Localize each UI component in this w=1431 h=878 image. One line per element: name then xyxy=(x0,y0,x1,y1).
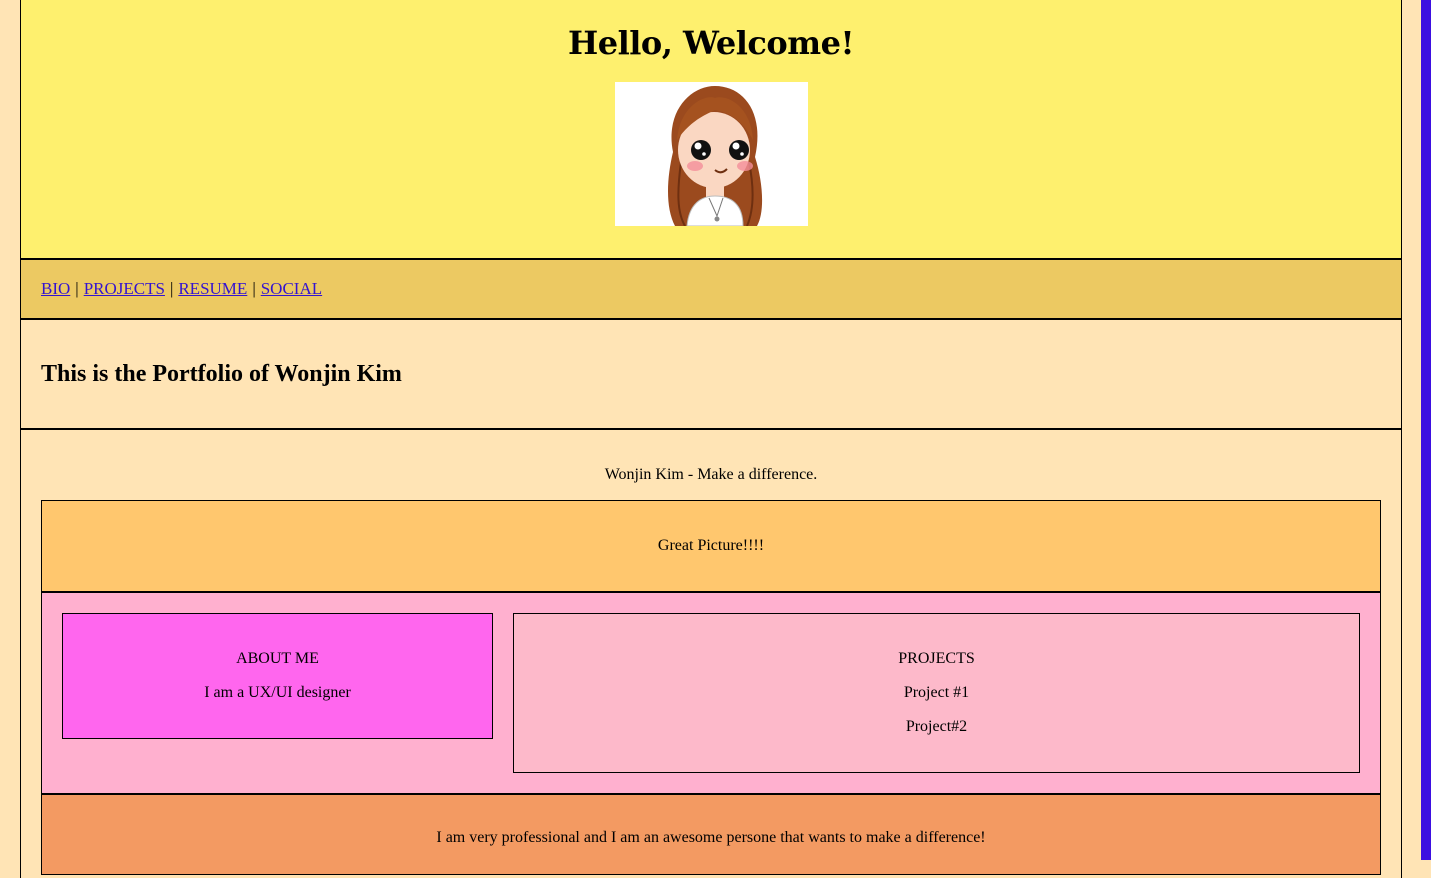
nav-separator: | xyxy=(169,279,174,298)
nav-link-projects[interactable]: PROJECTS xyxy=(84,279,165,299)
portfolio-title: This is the Portfolio of Wonjin Kim xyxy=(41,360,402,387)
about-me-heading: ABOUT ME xyxy=(236,650,319,667)
avatar-image xyxy=(614,82,808,226)
info-row: ABOUT ME I am a UX/UI designer PROJECTS … xyxy=(41,593,1381,795)
about-me-box: ABOUT ME I am a UX/UI designer xyxy=(62,613,493,739)
nav-link-resume[interactable]: RESUME xyxy=(178,279,247,299)
main-content: Wonjin Kim - Make a difference. Great Pi… xyxy=(21,430,1401,875)
scrollbar[interactable] xyxy=(1421,0,1431,860)
closing-statement: I am very professional and I am an aweso… xyxy=(41,795,1381,875)
projects-box: PROJECTS Project #1 Project#2 xyxy=(513,613,1360,773)
project-item: Project #1 xyxy=(903,684,970,701)
title-section: This is the Portfolio of Wonjin Kim xyxy=(21,320,1401,430)
nav-separator: | xyxy=(75,279,79,298)
about-me-text: I am a UX/UI designer xyxy=(204,684,351,701)
nav-separator: | xyxy=(252,279,256,298)
projects-heading: PROJECTS xyxy=(898,650,975,667)
navigation-bar: BIO | PROJECTS | RESUME | SOCIAL xyxy=(21,260,1401,320)
nav-link-bio[interactable]: BIO xyxy=(41,279,70,299)
project-item: Project#2 xyxy=(905,718,968,735)
nav-link-social[interactable]: SOCIAL xyxy=(261,279,322,299)
great-picture-banner: Great Picture!!!! xyxy=(41,500,1381,593)
page-container: Hello, Welcome! BIO | PROJECTS | RESUME … xyxy=(20,0,1402,878)
header: Hello, Welcome! xyxy=(21,0,1401,260)
tagline: Wonjin Kim - Make a difference. xyxy=(604,466,818,483)
welcome-heading: Hello, Welcome! xyxy=(568,24,854,62)
